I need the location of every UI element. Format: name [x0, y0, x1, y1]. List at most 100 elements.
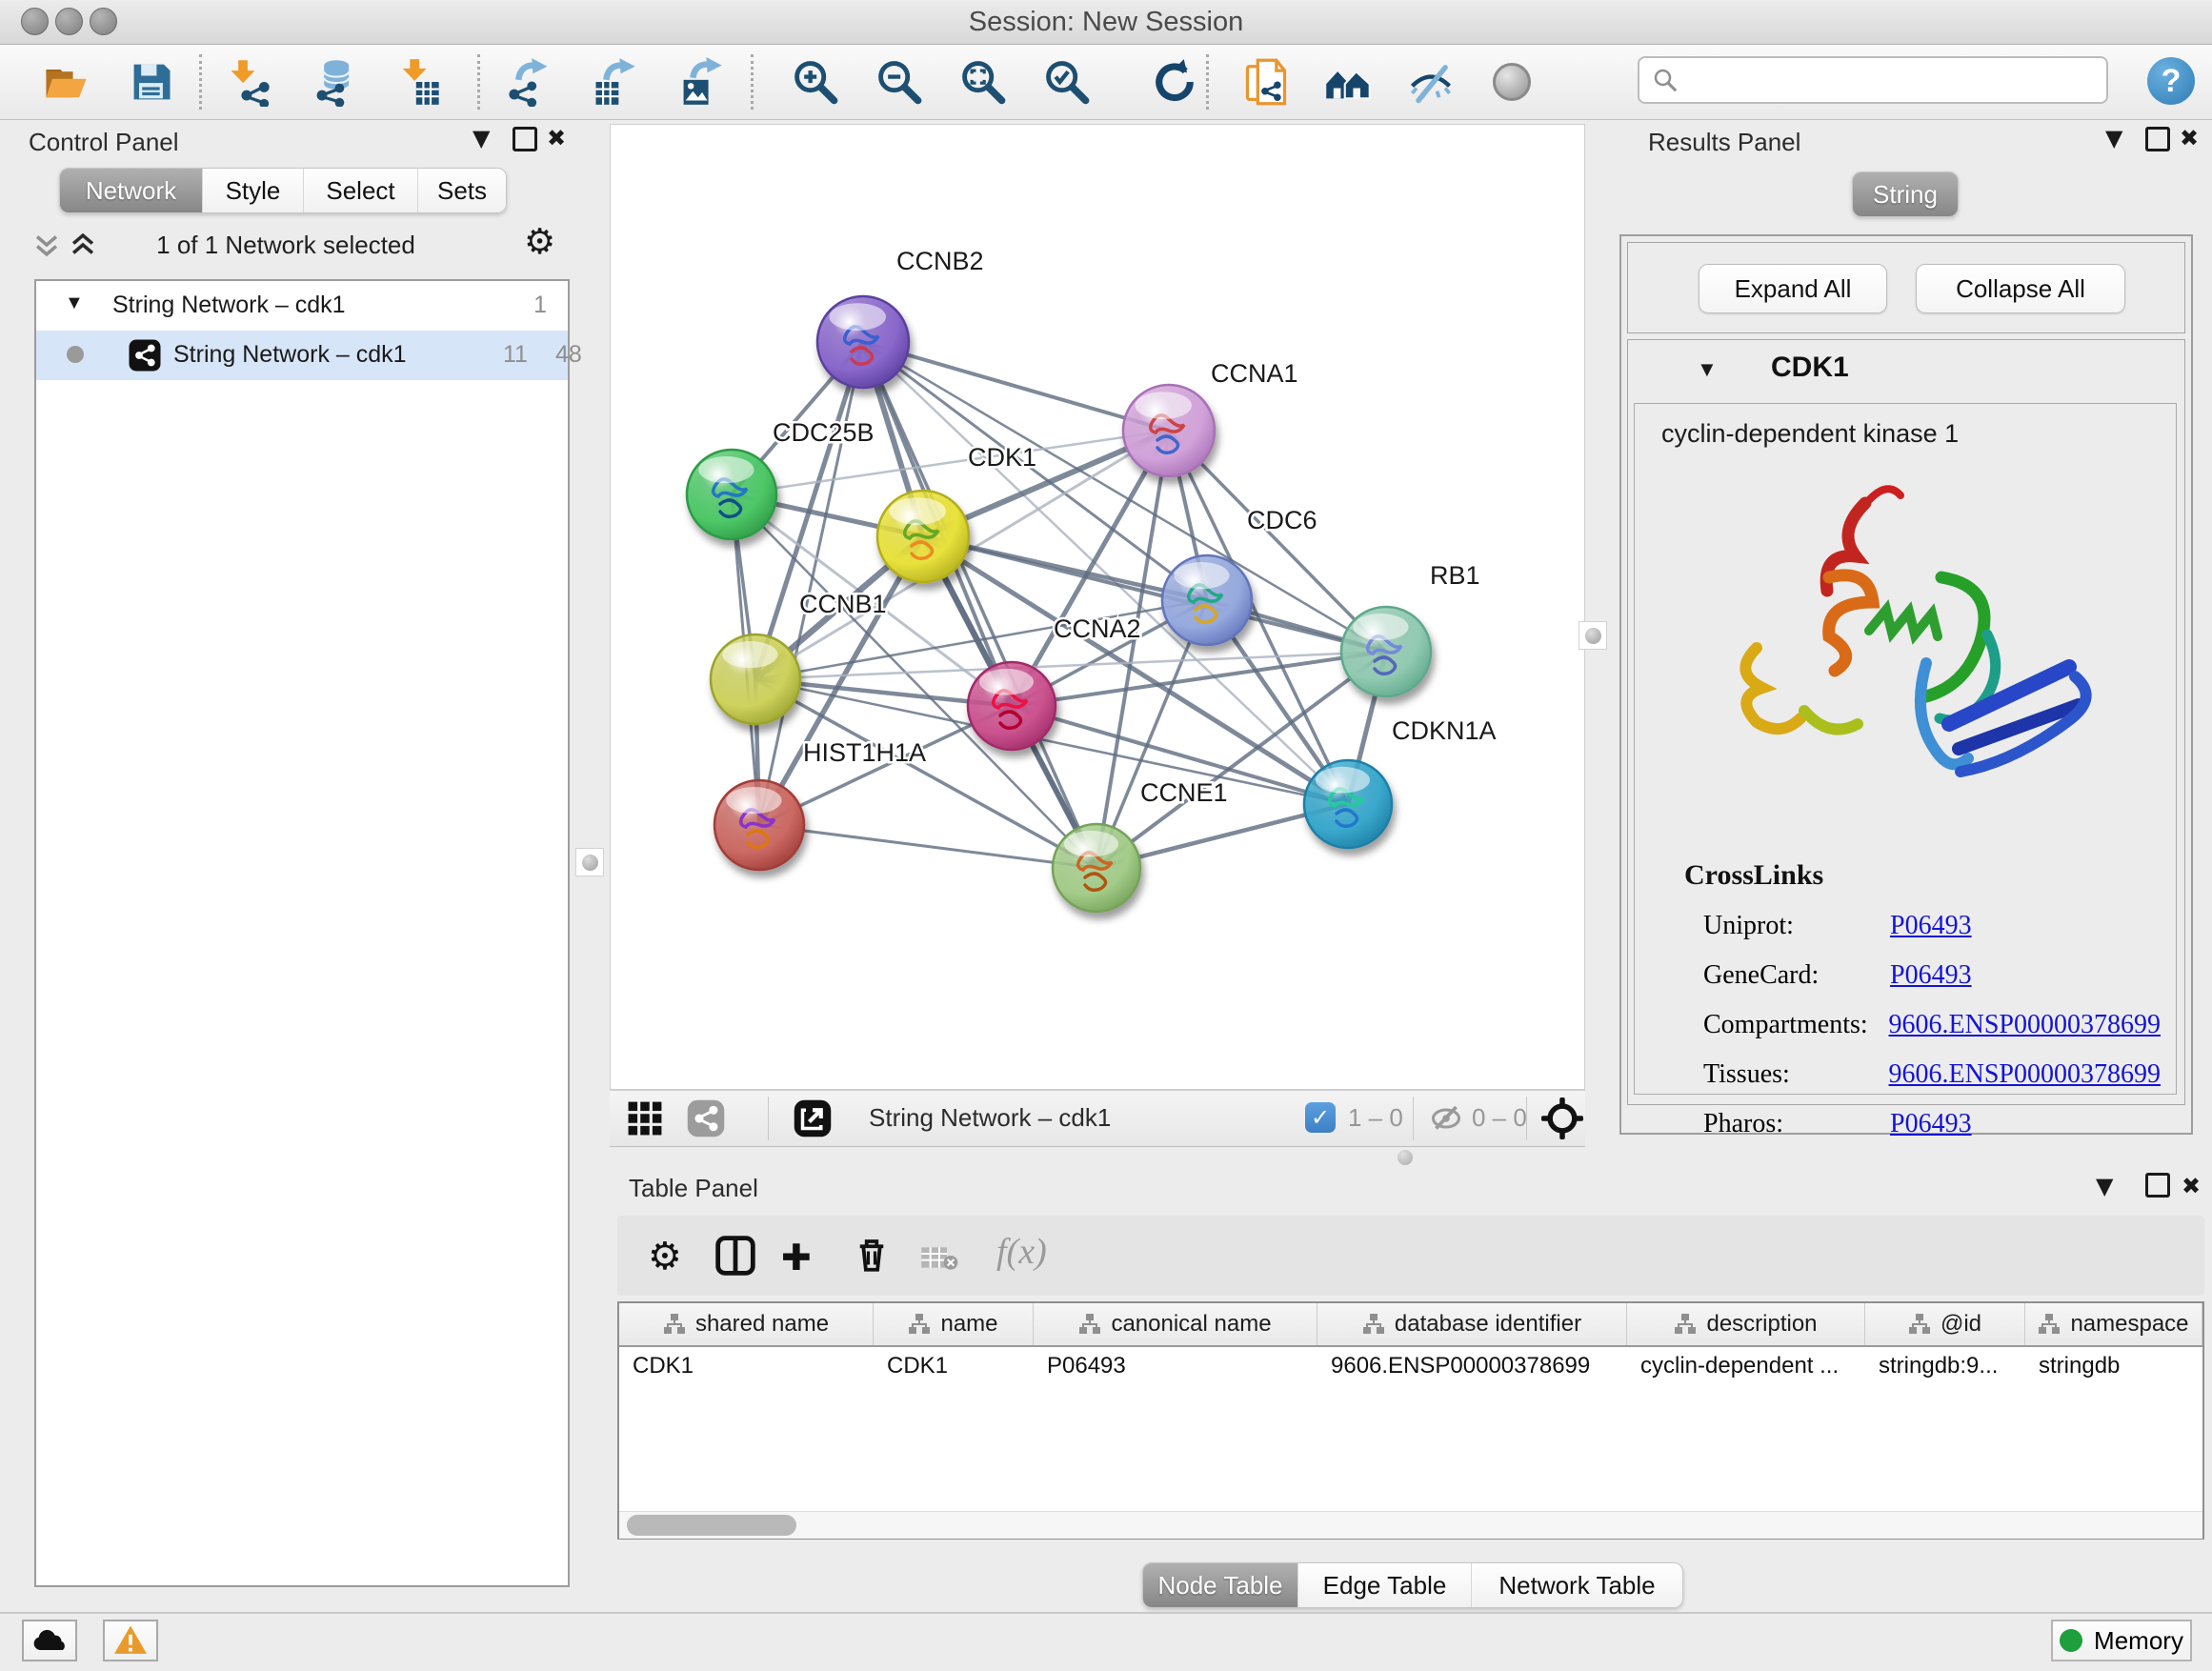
- refresh-button[interactable]: [1147, 54, 1202, 110]
- scrollbar-thumb[interactable]: [627, 1515, 796, 1536]
- show-columns-button[interactable]: [714, 1235, 756, 1277]
- table-cell[interactable]: stringdb: [2025, 1347, 2202, 1385]
- column-header-database-identifier[interactable]: database identifier: [1317, 1303, 1627, 1345]
- import-network-database-button[interactable]: [307, 54, 362, 110]
- expand-all-button[interactable]: Expand All: [1699, 264, 1887, 313]
- column-header-@id[interactable]: @id: [1865, 1303, 2025, 1345]
- save-session-button[interactable]: [124, 54, 179, 110]
- tab-string[interactable]: String: [1853, 172, 1958, 216]
- zoom-in-button[interactable]: [787, 54, 842, 110]
- import-table-icon: [393, 57, 443, 107]
- network-graph[interactable]: CCNB2CCNA1CDC25BCDK1CDC6RB1CCNB1CCNA2CDK…: [611, 125, 1584, 1089]
- open-session-button[interactable]: [38, 54, 93, 110]
- preview-orb-button[interactable]: [1484, 54, 1539, 110]
- tab-style[interactable]: Style: [203, 169, 304, 212]
- edge-CCNB2-CCNE1[interactable]: [863, 342, 1096, 868]
- node-CCNE1[interactable]: CCNE1: [1053, 778, 1228, 912]
- node-CCNB2[interactable]: CCNB2: [817, 247, 984, 388]
- export-network-button[interactable]: [501, 54, 556, 110]
- node-CDKN1A[interactable]: CDKN1A: [1304, 716, 1497, 848]
- tab-sets[interactable]: Sets: [418, 169, 506, 212]
- show-all-panels-button[interactable]: [1320, 54, 1376, 110]
- help-button[interactable]: ?: [2147, 57, 2195, 105]
- export-table-button[interactable]: [587, 54, 642, 110]
- left-splitter-grip[interactable]: [575, 848, 604, 876]
- float-panel-button[interactable]: [2145, 1173, 2170, 1198]
- cloud-status-button[interactable]: [22, 1620, 77, 1661]
- table-cell[interactable]: CDK1: [874, 1347, 1034, 1385]
- float-panel-button[interactable]: [2145, 127, 2170, 151]
- table-settings-gear-button[interactable]: ⚙: [648, 1235, 682, 1278]
- zoom-selected-button[interactable]: [1038, 54, 1094, 110]
- network-collection-row[interactable]: ▼ String Network – cdk1 1: [36, 281, 568, 331]
- table-cell[interactable]: P06493: [1034, 1347, 1317, 1385]
- crosslink-link[interactable]: P06493: [1890, 911, 1972, 941]
- table-cell[interactable]: 9606.ENSP00000378699: [1317, 1347, 1627, 1385]
- cloud-icon: [30, 1626, 69, 1655]
- collapse-panel-button[interactable]: ▼: [473, 122, 490, 154]
- node-RB1[interactable]: RB1: [1341, 561, 1480, 696]
- string-view-badge[interactable]: [686, 1098, 726, 1138]
- crosslink-link[interactable]: P06493: [1890, 960, 1972, 991]
- collapse-all-button[interactable]: Collapse All: [1916, 264, 2125, 313]
- network-options-gear-button[interactable]: ⚙: [524, 221, 555, 262]
- create-column-button[interactable]: ✚: [781, 1237, 812, 1278]
- zoom-fit-button[interactable]: [955, 54, 1010, 110]
- import-network-file-button[interactable]: [221, 54, 276, 110]
- tab-network-table[interactable]: Network Table: [1472, 1563, 1682, 1607]
- collapse-panel-button[interactable]: ▼: [2105, 122, 2122, 154]
- network-canvas[interactable]: CCNB2CCNA1CDC25BCDK1CDC6RB1CCNB1CCNA2CDK…: [610, 124, 1585, 1090]
- column-header-namespace[interactable]: namespace: [2025, 1303, 2202, 1345]
- right-splitter-grip[interactable]: [1579, 621, 1607, 650]
- zoom-out-button[interactable]: [871, 54, 926, 110]
- close-panel-button[interactable]: ✖: [2182, 1170, 2201, 1202]
- column-header-shared-name[interactable]: shared name: [619, 1303, 874, 1345]
- export-image-button[interactable]: [674, 54, 729, 110]
- node-CCNA1[interactable]: CCNA1: [1123, 359, 1298, 476]
- table-horizontal-scrollbar[interactable]: [619, 1511, 2202, 1539]
- birdseye-grid-button[interactable]: [627, 1100, 663, 1137]
- crosslink-link[interactable]: 9606.ENSP00000378699: [1889, 1010, 2161, 1040]
- table-cell[interactable]: CDK1: [619, 1347, 874, 1385]
- selected-checkbox[interactable]: ✓: [1305, 1102, 1336, 1133]
- crosslink-row: Pharos:P06493: [1703, 1099, 2161, 1149]
- hide-panels-button[interactable]: [1403, 54, 1458, 110]
- tree-expand-caret[interactable]: ▼: [65, 292, 84, 314]
- network-row-selected[interactable]: String Network – cdk1 11 48: [36, 331, 568, 380]
- table-cell[interactable]: cyclin-dependent ...: [1627, 1347, 1865, 1385]
- memory-button[interactable]: Memory: [2051, 1620, 2192, 1661]
- crosslink-link[interactable]: P06493: [1890, 1109, 1972, 1139]
- bottom-splitter-grip[interactable]: [1398, 1150, 1413, 1165]
- column-header-description[interactable]: description: [1627, 1303, 1865, 1345]
- close-panel-button[interactable]: ✖: [2180, 122, 2199, 154]
- float-panel-button[interactable]: [513, 127, 537, 151]
- warnings-button[interactable]: [103, 1620, 158, 1661]
- tab-node-table[interactable]: Node Table: [1143, 1563, 1298, 1607]
- close-panel-button[interactable]: ✖: [547, 122, 566, 154]
- table-cell[interactable]: stringdb:9...: [1865, 1347, 2025, 1385]
- node-HIST1H1A[interactable]: HIST1H1A: [714, 738, 926, 870]
- collection-count: 1: [533, 292, 547, 319]
- collapse-panel-button[interactable]: ▼: [2096, 1170, 2113, 1202]
- crosslink-link[interactable]: 9606.ENSP00000378699: [1889, 1059, 2161, 1090]
- node-label: CDK1: [968, 443, 1036, 472]
- tab-select[interactable]: Select: [304, 169, 418, 212]
- delete-column-button[interactable]: [852, 1235, 892, 1275]
- column-header-name[interactable]: name: [874, 1303, 1034, 1345]
- gene-expand-caret[interactable]: ▼: [1697, 357, 1718, 382]
- node-table[interactable]: shared namenamecanonical namedatabase id…: [617, 1301, 2204, 1540]
- crosslink-label: Compartments:: [1703, 1010, 1889, 1040]
- function-builder-button-disabled: f(x): [996, 1231, 1047, 1273]
- table-row[interactable]: CDK1CDK1P064939606.ENSP00000378699cyclin…: [619, 1347, 2202, 1385]
- fit-selected-crosshair-button[interactable]: [1541, 1097, 1583, 1139]
- open-in-window-button[interactable]: [793, 1098, 833, 1138]
- column-header-canonical-name[interactable]: canonical name: [1034, 1303, 1317, 1345]
- tab-network[interactable]: Network: [60, 169, 203, 212]
- node-label: CDC6: [1247, 506, 1317, 534]
- clone-network-button[interactable]: [1238, 54, 1294, 110]
- toolbar-separator: [1413, 1097, 1414, 1140]
- tab-edge-table[interactable]: Edge Table: [1298, 1563, 1472, 1607]
- import-table-button[interactable]: [391, 54, 446, 110]
- search-input[interactable]: [1638, 56, 2108, 104]
- edge-HIST1H1A-CCNE1[interactable]: [759, 825, 1096, 868]
